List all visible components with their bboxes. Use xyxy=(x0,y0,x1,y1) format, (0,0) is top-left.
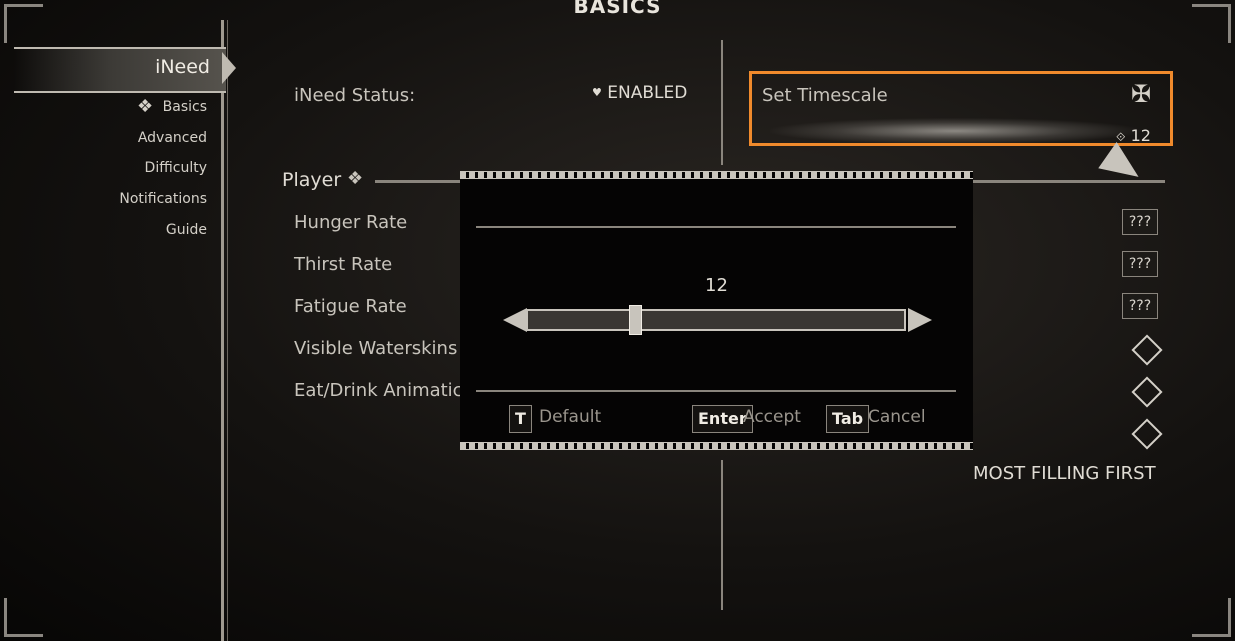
accept-button-label[interactable]: Accept xyxy=(743,407,801,427)
timescale-slider-handle[interactable] xyxy=(628,305,642,335)
sidebar-item-advanced[interactable]: Advanced xyxy=(138,130,207,146)
eat-drink-animation-toggle-checkbox[interactable] xyxy=(1131,376,1163,408)
sidebar-item-basics[interactable]: Basics xyxy=(163,99,207,115)
waterskins-toggle-checkbox[interactable] xyxy=(1131,334,1163,366)
timescale-label: Set Timescale xyxy=(762,85,888,106)
timescale-slider-track[interactable] xyxy=(526,309,906,331)
slider-increase-arrow-icon[interactable] xyxy=(908,308,932,332)
heart-icon: ♥ xyxy=(592,86,602,99)
status-value[interactable]: ♥ ENABLED xyxy=(592,83,687,103)
column-divider-bottom xyxy=(721,460,723,610)
player-section-header: Player xyxy=(282,169,342,191)
corner-ornament-bottom-right xyxy=(1192,598,1231,637)
column-divider-top xyxy=(721,40,723,165)
sort-order-value[interactable]: MOST FILLING FIRST xyxy=(973,463,1156,484)
page-title: BASICS xyxy=(573,0,662,18)
default-key-hint[interactable]: T xyxy=(509,405,532,433)
knot-icon: ❖ xyxy=(137,96,154,117)
row-visible-waterskins-label[interactable]: Visible Waterskins xyxy=(294,338,457,359)
slider-decrease-arrow-icon[interactable] xyxy=(503,308,527,332)
sidebar-item-notifications[interactable]: Notifications xyxy=(119,191,207,207)
sidebar-item-difficulty[interactable]: Difficulty xyxy=(145,160,207,176)
dialog-top-rule xyxy=(476,226,956,228)
status-label: iNeed Status: xyxy=(294,85,416,106)
hunger-rate-value[interactable]: ??? xyxy=(1122,209,1158,235)
dialog-bottom-border xyxy=(460,442,973,450)
thirst-rate-value[interactable]: ??? xyxy=(1122,251,1158,277)
extra-toggle-checkbox[interactable] xyxy=(1131,418,1163,450)
timescale-emblem-icon: ✠ xyxy=(1131,80,1152,108)
slider-value-readout: 12 xyxy=(705,275,728,296)
timescale-value: ⟐ 12 xyxy=(1116,126,1151,145)
row-thirst-rate-label[interactable]: Thirst Rate xyxy=(294,254,392,275)
dialog-top-border xyxy=(460,171,973,179)
cancel-key-hint[interactable]: Tab xyxy=(826,405,870,433)
row-fatigue-rate-label[interactable]: Fatigue Rate xyxy=(294,296,407,317)
sidebar-item-guide[interactable]: Guide xyxy=(166,222,207,238)
default-button-label[interactable]: Default xyxy=(539,407,601,427)
dialog-bottom-rule xyxy=(476,390,956,392)
cancel-button-label[interactable]: Cancel xyxy=(868,407,926,427)
status-value-text: ENABLED xyxy=(607,83,688,103)
row-hunger-rate-label[interactable]: Hunger Rate xyxy=(294,212,407,233)
row-eat-drink-animation-label[interactable]: Eat/Drink Animatic xyxy=(294,380,463,401)
corner-ornament-bottom-left xyxy=(4,598,43,637)
header-knot-icon: ❖ xyxy=(347,168,364,189)
selection-arrow-icon xyxy=(222,52,236,84)
timescale-highlight-box[interactable] xyxy=(749,71,1173,146)
fatigue-rate-value[interactable]: ??? xyxy=(1122,293,1158,319)
sidebar-divider xyxy=(221,20,224,641)
sidebar-divider-inner xyxy=(227,20,228,641)
sidebar-mod-name: iNeed xyxy=(155,56,210,78)
